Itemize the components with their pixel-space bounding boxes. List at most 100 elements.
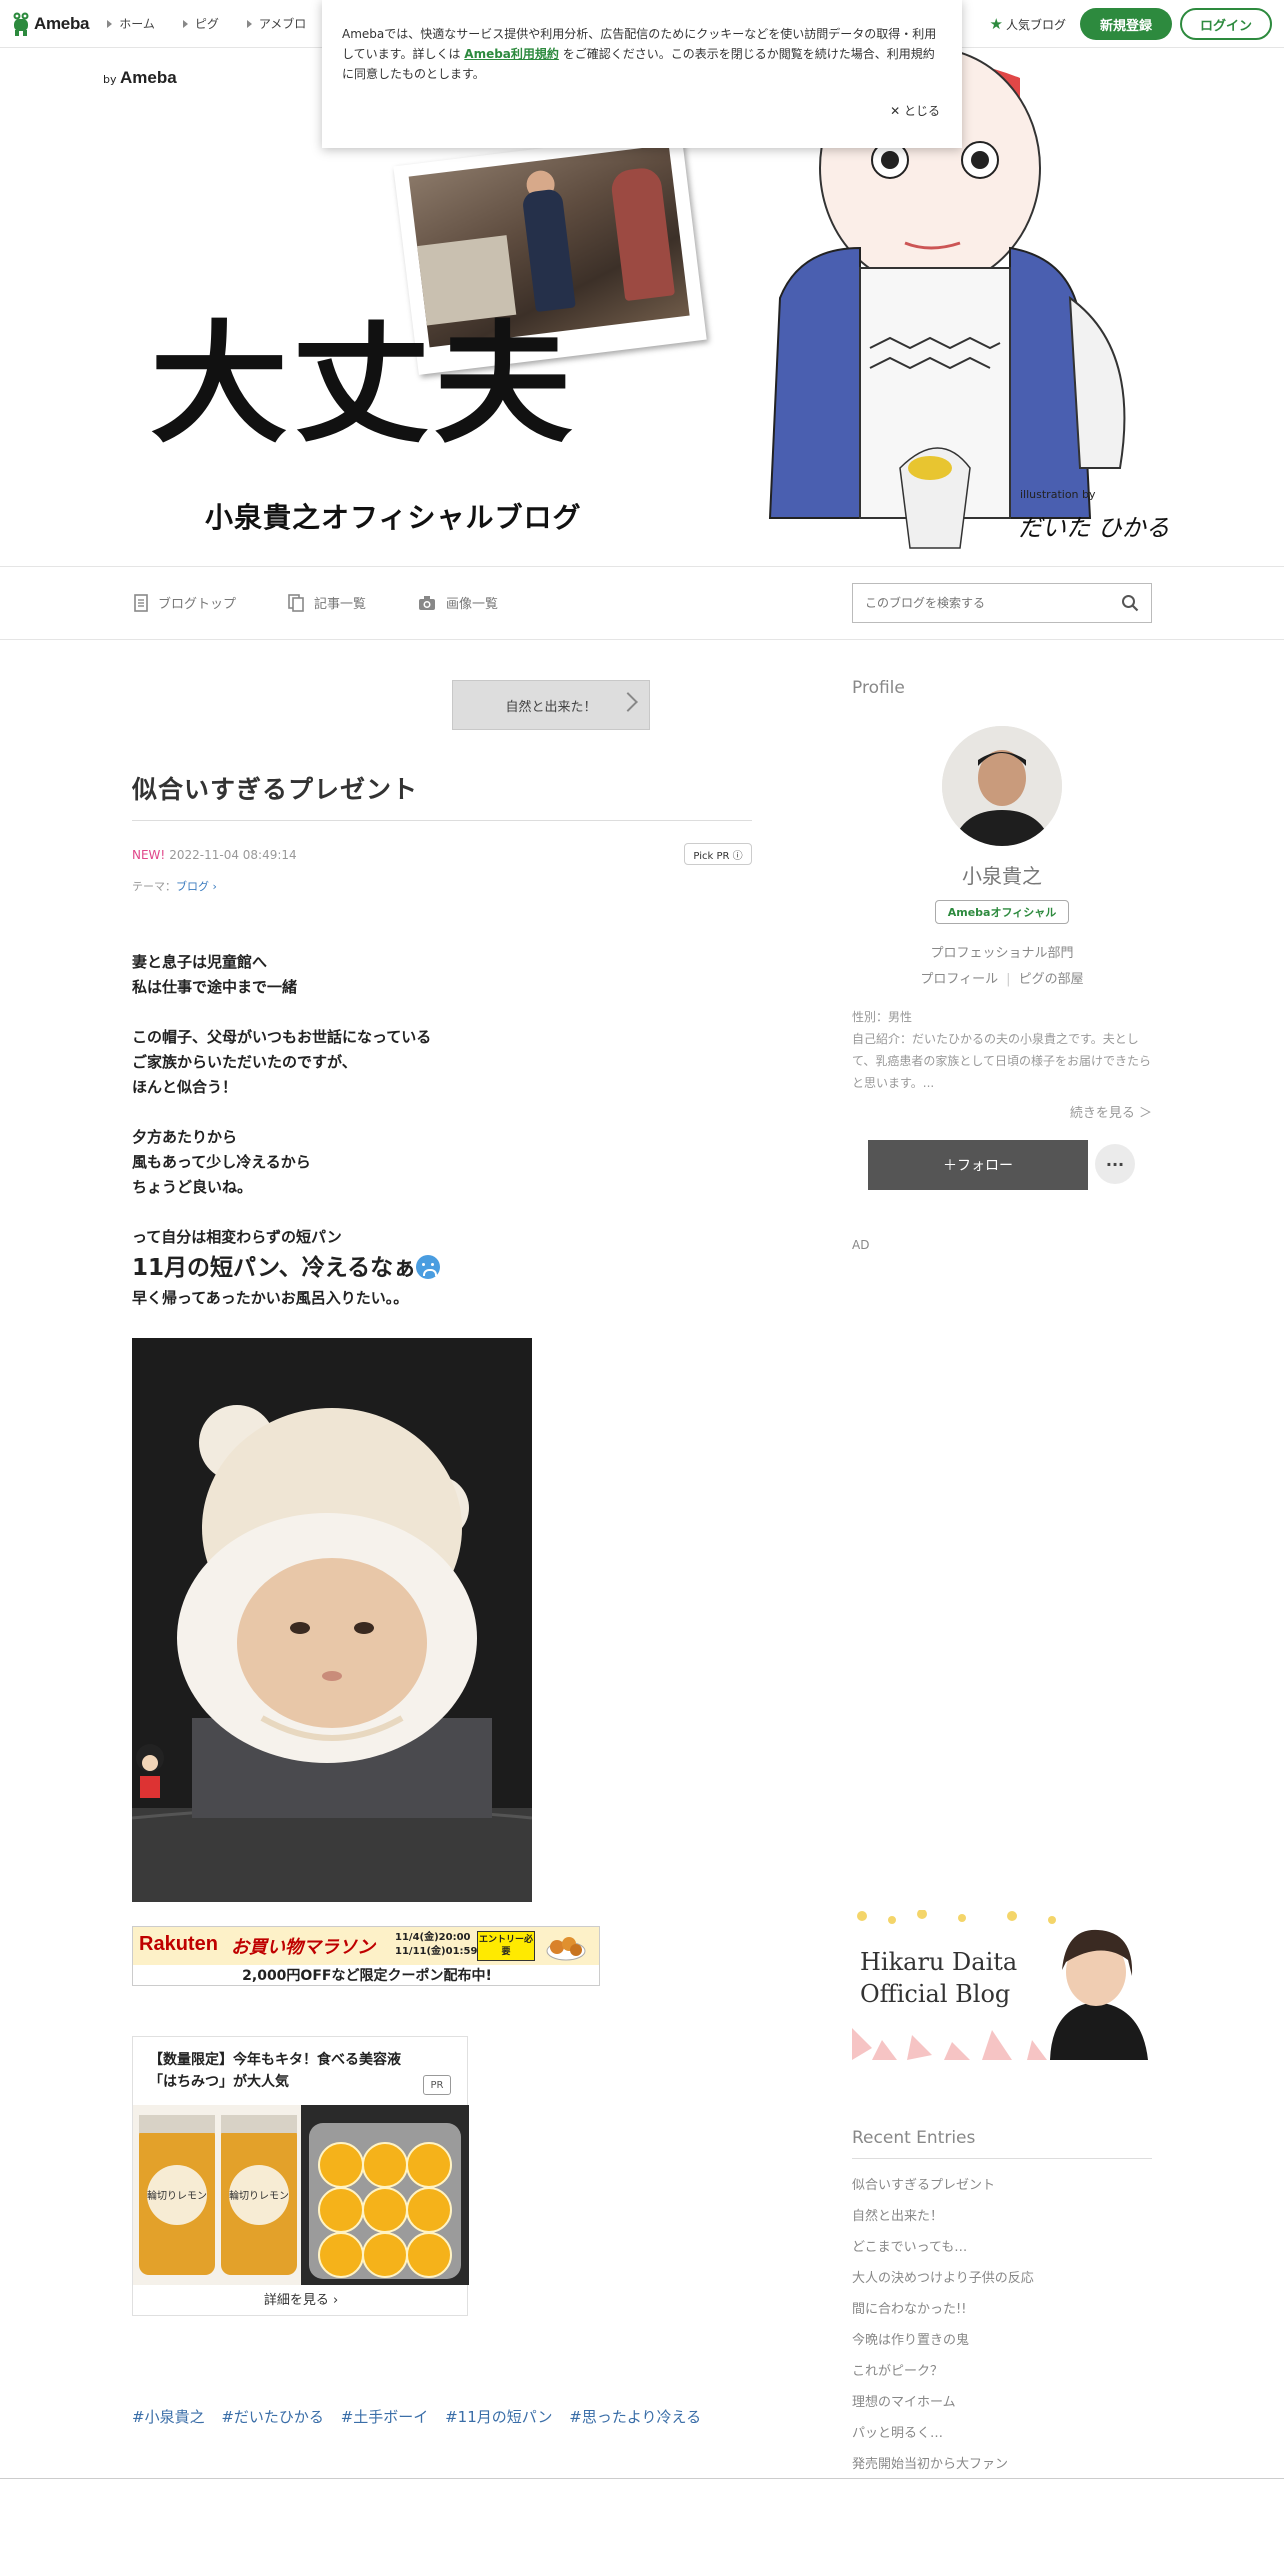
blog-nav: ブログトップ 記事一覧 画像一覧: [0, 566, 1284, 640]
hikaru-banner-line2: Official Blog: [860, 1980, 1010, 2008]
recent-entry-link[interactable]: 大人の決めつけより子供の反応: [852, 2263, 1152, 2294]
caret-right-icon: [107, 19, 113, 28]
recent-entry-link[interactable]: どこまでいっても…: [852, 2232, 1152, 2263]
recent-entries-heading: Recent Entries: [852, 2128, 976, 2148]
popular-blog-label: 人気ブログ: [1005, 17, 1066, 32]
body-line: ご家族からいただいたのですが、: [132, 1053, 357, 1071]
baby-in-hat-photo[interactable]: [132, 1338, 532, 1902]
hashtag-link[interactable]: #小泉貴之: [132, 2408, 205, 2426]
profile-links: プロフィール | ピグの部屋: [852, 968, 1152, 987]
recent-entry-link[interactable]: 間に合わなかった!!: [852, 2294, 1152, 2325]
hikaru-daita-blog-banner[interactable]: Hikaru Daita Official Blog: [852, 1910, 1152, 2060]
recent-entry-link[interactable]: 発売開始当初から大ファン: [852, 2449, 1152, 2480]
body-line: って自分は相変わらずの短パン: [132, 1228, 342, 1246]
lemon-slices-image: [301, 2105, 469, 2285]
recent-entry-link[interactable]: パッと明るく…: [852, 2418, 1152, 2449]
read-more-link[interactable]: 続きを見る ＞: [852, 1102, 1152, 1121]
more-options-button[interactable]: ···: [1095, 1144, 1135, 1184]
new-badge: NEW!: [132, 848, 166, 862]
caret-right-icon: [182, 19, 188, 28]
ameba-logo[interactable]: Ameba: [12, 11, 89, 37]
blog-top-label: ブログトップ: [158, 597, 237, 612]
blog-search-input[interactable]: [853, 584, 1103, 622]
pick-pr-badge[interactable]: Pick PR ⓘ: [684, 843, 752, 865]
body-line: 夕方あたりから: [132, 1128, 238, 1146]
rakuten-banner-ad[interactable]: Rakuten お買い物マラソン 11/4(金)20:00 11/11(金)01:…: [132, 1926, 600, 1986]
entry-title[interactable]: 似合いすぎるプレゼント: [132, 770, 418, 806]
recent-entry-link[interactable]: これがピーク？: [852, 2356, 1152, 2387]
login-button[interactable]: ログイン: [1180, 8, 1272, 40]
jar-label-right: 輪切りレモン: [229, 2189, 289, 2202]
pigg-room-link[interactable]: ピグの部屋: [1019, 972, 1084, 987]
theme-label: テーマ：: [132, 880, 176, 893]
rakuten-date-start: 11/4(金)20:00: [395, 1932, 471, 1943]
hashtag-link[interactable]: #思ったより冷える: [569, 2408, 701, 2426]
honey-lemon-jars-image: 輪切りレモン 輪切りレモン: [133, 2105, 301, 2285]
rakuten-logo: Rakuten: [139, 1933, 218, 1955]
profile-intro: 自己紹介：だいたひかるの夫の小泉貴之です。夫として、乳癌患者の家族として日頃の様…: [852, 1032, 1152, 1090]
profile-link[interactable]: プロフィール: [920, 972, 998, 987]
register-button[interactable]: 新規登録: [1080, 8, 1172, 40]
body-gap: [132, 1000, 752, 1025]
pr-more-link[interactable]: 詳細を見る ›: [133, 2289, 469, 2308]
nav-ameblo[interactable]: アメブロ: [246, 15, 306, 32]
entry-list-link[interactable]: 記事一覧: [288, 593, 366, 612]
profile-info: 性別：男性 自己紹介：だいたひかるの夫の小泉貴之です。夫として、乳癌患者の家族と…: [852, 1006, 1152, 1094]
rakuten-date-end: 11/11(金)01:59: [395, 1946, 478, 1957]
blog-top-link[interactable]: ブログトップ: [134, 593, 236, 612]
by-label: by: [103, 73, 117, 86]
ameba-frog-icon: [12, 11, 30, 37]
image-list-link[interactable]: 画像一覧: [418, 593, 498, 612]
copy-icon: [288, 593, 304, 612]
hashtag-link[interactable]: #11月の短パン: [445, 2408, 552, 2426]
search-icon[interactable]: [1121, 594, 1139, 612]
recent-entries-list: 似合いすぎるプレゼント 自然と出来た！ どこまでいっても… 大人の決めつけより子…: [852, 2170, 1152, 2480]
body-gap: [132, 1100, 752, 1125]
link-separator: |: [1006, 972, 1011, 987]
profile-name[interactable]: 小泉貴之: [852, 860, 1152, 889]
recent-entry-link[interactable]: 理想のマイホーム: [852, 2387, 1152, 2418]
hashtag-link[interactable]: #土手ボーイ: [341, 2408, 429, 2426]
hashtag-link[interactable]: #だいたひかる: [221, 2408, 324, 2426]
nav-pigg[interactable]: ピグ: [182, 15, 219, 32]
chevron-right-icon: [618, 692, 638, 712]
fried-food-icon: [546, 1937, 586, 1961]
entry-list-label: 記事一覧: [314, 597, 367, 612]
recent-entry-link[interactable]: 今晩は作り置きの鬼: [852, 2325, 1152, 2356]
by-ameba-mark: by Ameba: [103, 68, 177, 88]
body-line: この帽子、父母がいつもお世話になっている: [132, 1028, 432, 1046]
recent-entry-link[interactable]: 自然と出来た！: [852, 2201, 1152, 2232]
body-big-line: 11月の短パン、冷えるなぁ: [132, 1250, 752, 1286]
title-divider: [132, 820, 752, 821]
blog-title: 大丈夫: [150, 308, 577, 461]
recent-entry-link[interactable]: 似合いすぎるプレゼント: [852, 2170, 1152, 2201]
pr-ad-card[interactable]: 【数量限定】今年もキタ！食べる美容液「はちみつ」が大人気 PR 輪切りレモン 輪…: [132, 2036, 469, 2316]
recent-divider: [852, 2158, 1152, 2159]
body-line: ほんと似合う！: [132, 1078, 238, 1096]
avatar[interactable]: [942, 726, 1062, 846]
theme-link[interactable]: ブログ ›: [176, 880, 217, 893]
profile-gender: 性別：男性: [852, 1010, 913, 1024]
cookie-close-button[interactable]: ✕ とじる: [890, 102, 940, 119]
pr-tag: PR: [423, 2075, 451, 2095]
hikaru-banner-line1: Hikaru Daita: [860, 1948, 1017, 1976]
profile-category[interactable]: プロフェッショナル部門: [852, 942, 1152, 961]
terms-link[interactable]: Ameba利用規約: [464, 47, 559, 61]
prev-entry-label: 自然と出来た！: [505, 699, 597, 715]
body-line: 風もあって少し冷えるから: [132, 1153, 311, 1171]
pr-card-title: 【数量限定】今年もキタ！食べる美容液「はちみつ」が大人気: [149, 2052, 401, 2090]
hashtag-list: #小泉貴之 #だいたひかる #土手ボーイ #11月の短パン #思ったより冷える: [132, 2406, 713, 2427]
entry-datetime: 2022-11-04 08:49:14: [169, 848, 297, 862]
photo-adult: [609, 166, 676, 302]
popular-blog-link[interactable]: ★ 人気ブログ: [990, 15, 1066, 33]
follow-button[interactable]: ＋フォロー: [868, 1140, 1088, 1190]
image-list-label: 画像一覧: [446, 597, 499, 612]
footer-divider: [0, 2478, 1284, 2479]
rakuten-entry-badge: エントリー必要: [477, 1931, 535, 1961]
nav-home-label: ホーム: [119, 17, 155, 31]
prev-entry-button[interactable]: 自然と出来た！: [452, 680, 650, 730]
official-badge: Amebaオフィシャル: [935, 900, 1069, 924]
body-line: 妻と息子は児童館へ: [132, 953, 268, 971]
top-right-actions: ★ 人気ブログ 新規登録 ログイン: [990, 8, 1272, 40]
nav-home[interactable]: ホーム: [107, 15, 155, 32]
